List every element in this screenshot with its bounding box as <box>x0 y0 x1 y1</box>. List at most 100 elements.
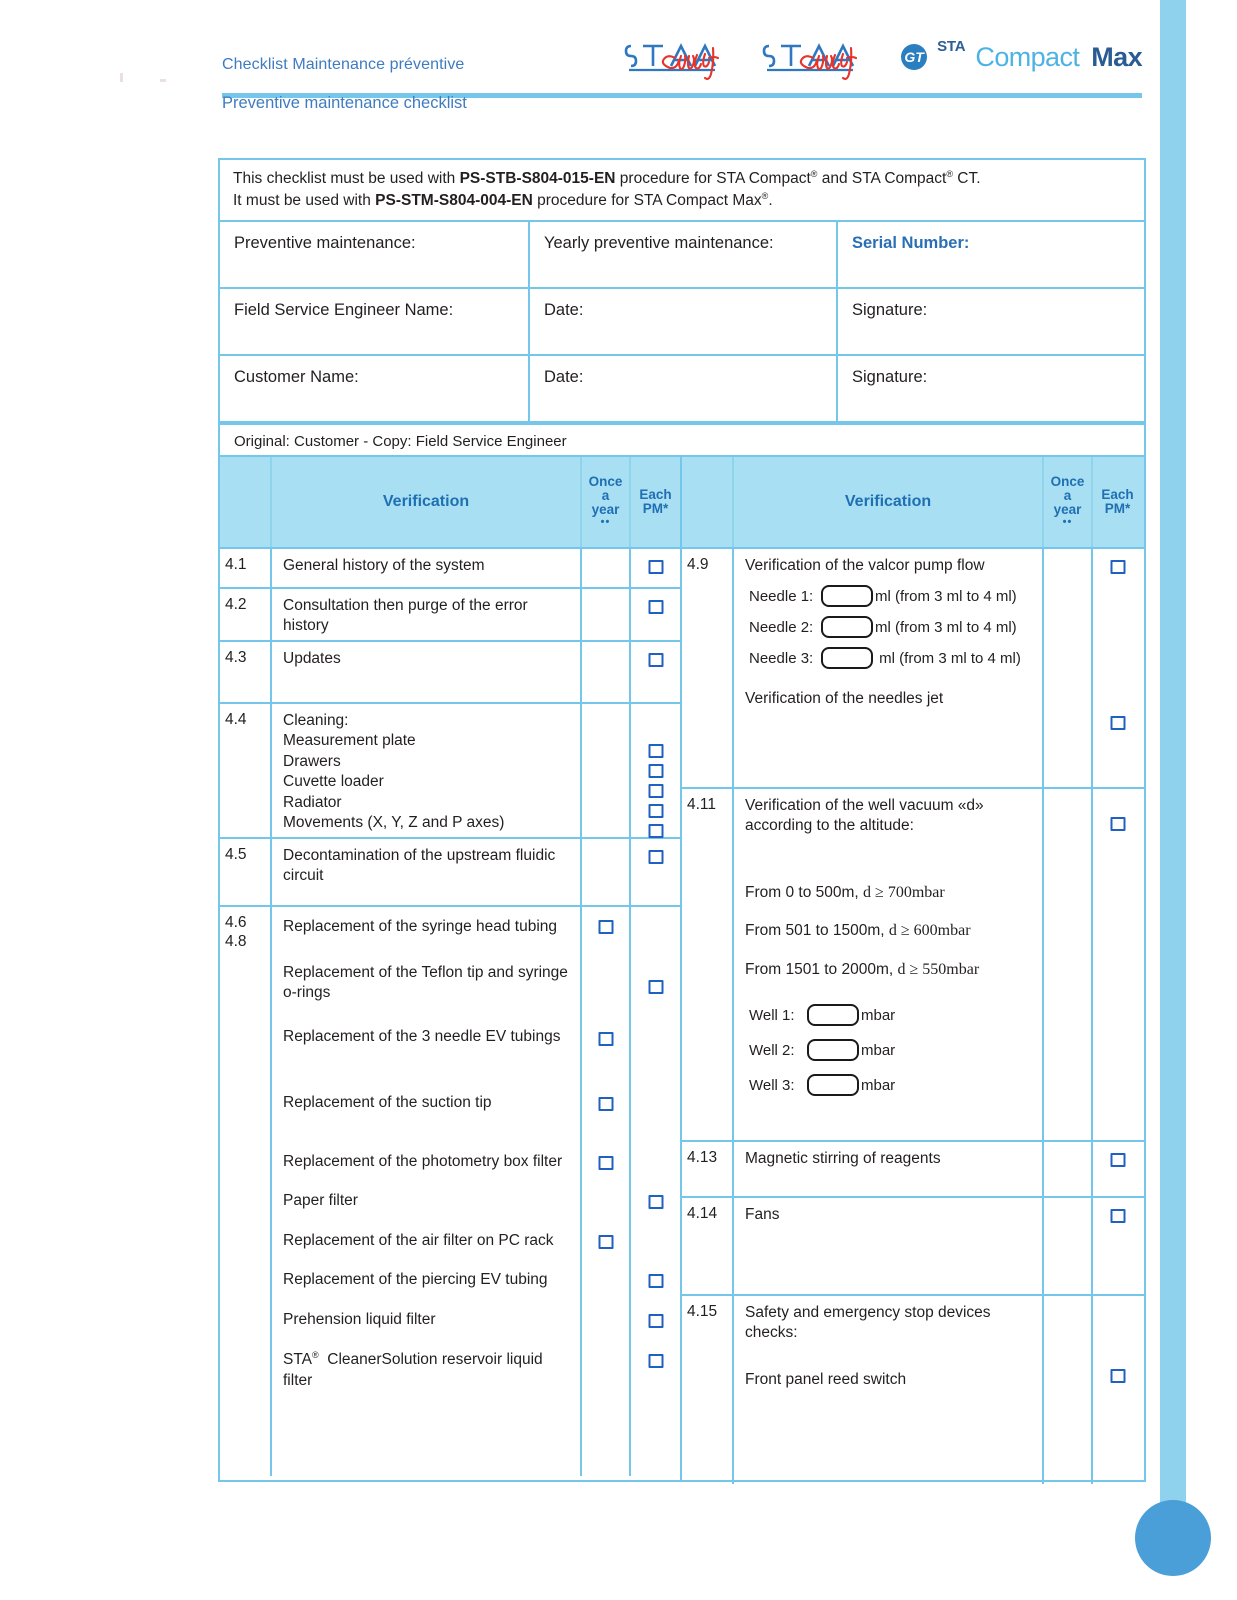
cell-once-a-year[interactable] <box>1044 549 1093 787</box>
checkbox-each-pm[interactable] <box>1110 1153 1125 1167</box>
checkbox-each-pm[interactable] <box>1110 560 1125 574</box>
checkbox-each-pm[interactable] <box>1110 1209 1125 1223</box>
page-header: Checklist Maintenance préventive GT STA … <box>222 38 1143 80</box>
checkbox-each-pm[interactable] <box>1110 1369 1125 1383</box>
checklist-table: Verification Once a year •• Each PM* 4.1 <box>218 455 1146 1484</box>
th-number-right <box>682 457 734 547</box>
cell-each-pm[interactable] <box>631 907 680 1476</box>
intro-line1-post: and STA Compact <box>817 170 947 188</box>
gt-badge-icon: GT <box>901 44 928 70</box>
row-title: Verification of the valcor pump flow <box>745 557 985 574</box>
needle-3-input[interactable] <box>821 647 873 670</box>
item-text: Prehension liquid filter <box>283 1311 436 1328</box>
checkbox-once-a-year[interactable] <box>598 1156 613 1170</box>
field-customer-date[interactable]: Date: <box>530 356 838 422</box>
cell-each-pm[interactable] <box>1093 1198 1142 1294</box>
checkbox-each-pm[interactable] <box>648 980 663 994</box>
cell-each-pm[interactable] <box>631 642 680 702</box>
checkbox-each-pm[interactable] <box>648 560 663 574</box>
th-once-a-year-left: Once a year •• <box>582 457 631 547</box>
cell-once-a-year[interactable] <box>582 704 631 837</box>
cell-each-pm[interactable] <box>1093 549 1142 787</box>
well-2-input[interactable] <box>807 1039 859 1062</box>
registered-mark: ® <box>312 1350 319 1360</box>
checkbox-each-pm[interactable] <box>648 1195 663 1209</box>
cell-once-a-year[interactable] <box>582 589 631 640</box>
checkbox-each-pm[interactable] <box>648 804 663 818</box>
needle-2-input[interactable] <box>821 616 873 639</box>
cell-each-pm[interactable] <box>631 589 680 640</box>
checkbox-once-a-year[interactable] <box>598 1235 613 1249</box>
field-customer-signature[interactable]: Signature: <box>838 356 1144 421</box>
checkbox-once-a-year[interactable] <box>598 1097 613 1111</box>
cell-each-pm[interactable] <box>631 704 680 838</box>
cell-each-pm[interactable] <box>1093 1296 1142 1484</box>
checklist-right-half: Verification Once a year •• Each PM* 4.9 <box>682 457 1144 1484</box>
intro-line2-end: . <box>768 192 773 210</box>
altitude-row-3: From 1501 to 2000m, d ≥ 550mbar <box>745 959 1036 980</box>
checkbox-each-pm[interactable] <box>648 764 663 778</box>
registered-mark: ® <box>946 169 953 179</box>
needle-1-input[interactable] <box>821 585 873 608</box>
cell-each-pm[interactable] <box>631 839 680 905</box>
well-1-input[interactable] <box>807 1004 859 1027</box>
cell-once-a-year[interactable] <box>1044 1296 1093 1484</box>
row-number: 4.2 <box>220 589 272 640</box>
checkbox-each-pm[interactable] <box>648 744 663 758</box>
cell-each-pm[interactable] <box>1093 789 1142 1140</box>
well-3-field-row: Well 3: mbar <box>749 1074 1036 1097</box>
row-number-line: 4.6 <box>225 914 247 931</box>
cell-each-pm[interactable] <box>1093 1142 1142 1196</box>
cell-once-a-year[interactable] <box>582 642 631 702</box>
th-number-left <box>220 457 272 547</box>
cell-once-a-year[interactable] <box>1044 1142 1093 1196</box>
field-fse-signature[interactable]: Signature: <box>838 289 1144 354</box>
cell-once-a-year[interactable] <box>1044 789 1093 1140</box>
needle-2-unit: ml (from 3 ml to 4 ml) <box>875 619 1017 637</box>
intro-code-2: PS-STM-S804-004-EN <box>375 192 533 210</box>
cell-once-a-year[interactable] <box>582 907 631 1476</box>
cell-each-pm[interactable] <box>631 549 680 587</box>
cell-once-a-year[interactable] <box>1044 1198 1093 1294</box>
th-once-l2: a <box>1063 488 1072 504</box>
checkbox-each-pm[interactable] <box>1110 817 1125 831</box>
row-number: 4.5 <box>220 839 272 905</box>
item-text: STA® CleanerSolution reservoir liquid fil… <box>283 1350 543 1389</box>
altitude-range-2: From 501 to 1500m, <box>745 922 885 940</box>
checkbox-once-a-year[interactable] <box>598 920 613 934</box>
brand-sta-label: STA <box>937 38 966 55</box>
well-1-unit: mbar <box>861 1007 896 1025</box>
field-fse-date[interactable]: Date: <box>530 289 838 355</box>
well-1-label: Well 1: <box>749 1007 795 1025</box>
item-text: Replacement of the suction tip <box>283 1094 492 1111</box>
checkbox-each-pm[interactable] <box>648 653 663 667</box>
checkbox-each-pm[interactable] <box>648 824 663 838</box>
brand-logo-group: GT STA Compact Max <box>623 34 1143 80</box>
checkbox-each-pm[interactable] <box>1110 716 1125 730</box>
cell-once-a-year[interactable] <box>582 549 631 587</box>
field-fse-name[interactable]: Field Service Engineer Name: <box>220 289 530 355</box>
field-yearly-preventive-maintenance[interactable]: Yearly preventive maintenance: <box>530 222 838 288</box>
row-verification-line: history <box>283 617 329 635</box>
field-customer-name[interactable]: Customer Name: <box>220 356 530 422</box>
needle-1-unit: ml (from 3 ml to 4 ml) <box>875 588 1017 606</box>
th-once-l3: year <box>591 502 620 518</box>
checkbox-each-pm[interactable] <box>648 1354 663 1368</box>
cell-once-a-year[interactable] <box>582 839 631 905</box>
checkbox-each-pm[interactable] <box>648 784 663 798</box>
checkbox-once-a-year[interactable] <box>598 1032 613 1046</box>
row-verification: Consultation then purge of the error his… <box>272 589 582 640</box>
needle-3-field-row: Needle 3: ml (from 3 ml to 4 ml) <box>749 647 1036 670</box>
checkbox-each-pm[interactable] <box>648 1274 663 1288</box>
info-footnote-row: Original: Customer - Copy: Field Service… <box>220 423 1144 459</box>
field-serial-number[interactable]: Serial Number: <box>838 222 1144 287</box>
checkbox-each-pm[interactable] <box>648 600 663 614</box>
checkbox-each-pm[interactable] <box>648 1314 663 1328</box>
intro-line2-pre: It must be used with <box>233 192 376 210</box>
well-3-input[interactable] <box>807 1074 859 1097</box>
row-title-line: checks: <box>745 1324 798 1342</box>
field-preventive-maintenance[interactable]: Preventive maintenance: <box>220 222 530 288</box>
row-verification: Decontamination of the upstream fluidic … <box>272 839 582 905</box>
checkbox-each-pm[interactable] <box>648 850 663 864</box>
th-pm-l2: PM* <box>642 501 669 516</box>
